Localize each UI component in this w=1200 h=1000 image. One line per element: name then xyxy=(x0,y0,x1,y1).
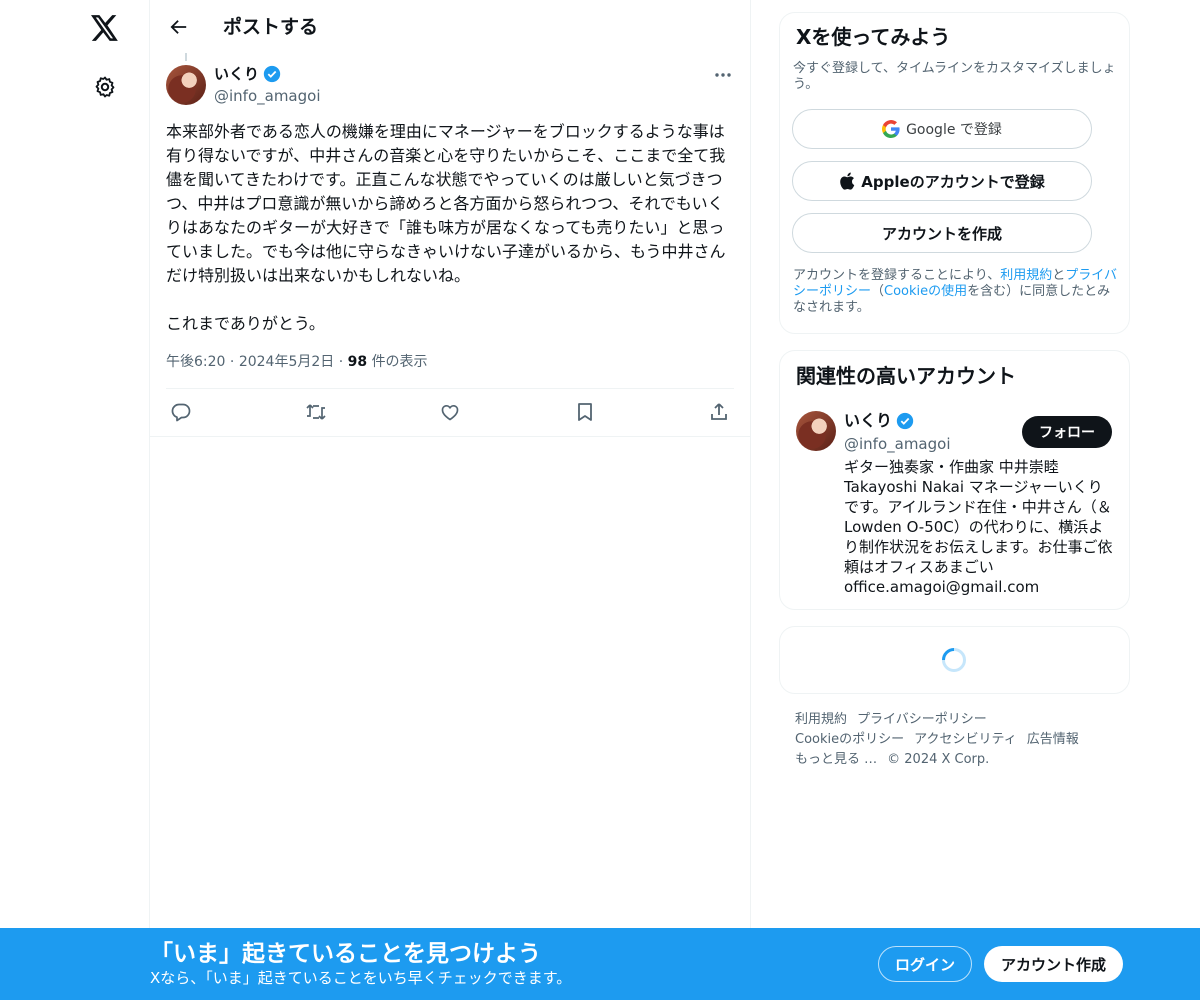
main-column: ポストする いくり @info_amagoi 本来部外者である恋人の機嫌を理由に… xyxy=(149,0,751,1000)
follow-button[interactable]: フォロー xyxy=(1022,416,1112,448)
terms-link[interactable]: 利用規約 xyxy=(1000,268,1052,283)
bottom-bar-title: 「いま」起きていることを見つけよう xyxy=(150,941,541,967)
page-title: ポストする xyxy=(223,16,319,38)
verified-badge-icon xyxy=(896,412,914,430)
reply-button[interactable] xyxy=(166,397,196,427)
apple-signup-label: Appleのアカウントで登録 xyxy=(861,172,1045,191)
post-time[interactable]: 午後6:20 xyxy=(166,354,225,370)
loading-card xyxy=(779,626,1130,694)
related-account-bio: ギター独奏家・作曲家 中井崇睦 Takayoshi Nakai マネージャーいく… xyxy=(844,458,1113,596)
verified-badge-icon xyxy=(263,65,281,83)
legal-paren: （ xyxy=(871,284,885,299)
post-date[interactable]: 2024年5月2日 xyxy=(239,354,334,370)
signup-card-subtitle: 今すぐ登録して、タイムラインをカスタマイズしましょう。 xyxy=(793,61,1116,92)
author-name[interactable]: いくり xyxy=(214,63,281,85)
loading-spinner-icon xyxy=(942,648,966,672)
bottom-signup-bar: 「いま」起きていることを見つけよう Xなら、「いま」起きていることをいち早くチェ… xyxy=(0,928,1200,1000)
x-logo-icon[interactable] xyxy=(87,10,123,46)
google-signup-button[interactable]: Google で登録 xyxy=(792,109,1092,149)
avatar[interactable] xyxy=(796,411,836,451)
gear-icon[interactable] xyxy=(87,69,123,105)
views-count: 98 xyxy=(347,354,368,370)
share-icon xyxy=(711,403,727,420)
cookie-link[interactable]: Cookieの使用 xyxy=(884,284,967,299)
footer-accessibility-link[interactable]: アクセシビリティ xyxy=(914,732,1017,747)
legal-prefix: アカウントを登録することにより、 xyxy=(793,268,1001,283)
thread-line xyxy=(185,53,187,61)
footer-terms-link[interactable]: 利用規約 xyxy=(795,712,847,727)
apple-icon xyxy=(840,172,855,190)
arrow-left-icon xyxy=(170,20,187,34)
footer-copyright: © 2024 X Corp. xyxy=(887,752,990,767)
bookmark-button[interactable] xyxy=(570,397,600,427)
more-dots-icon xyxy=(715,73,731,77)
login-button[interactable]: ログイン xyxy=(878,946,972,982)
repost-button[interactable] xyxy=(301,397,331,427)
create-account-button[interactable]: アカウントを作成 xyxy=(792,213,1092,253)
bottom-bar-subtitle: Xなら、「いま」起きていることをいち早くチェックできます。 xyxy=(150,969,572,987)
divider xyxy=(166,388,734,389)
like-icon xyxy=(441,404,459,421)
meta-separator: · xyxy=(338,354,348,370)
google-icon xyxy=(882,120,900,138)
legal-and: と xyxy=(1052,268,1066,283)
footer-cookie-link[interactable]: Cookieのポリシー xyxy=(795,732,904,747)
footer-ads-link[interactable]: 広告情報 xyxy=(1027,732,1079,747)
more-options-button[interactable] xyxy=(708,63,738,87)
related-account-name[interactable]: いくり xyxy=(844,410,914,432)
footer-links: 利用規約 プライバシーポリシー Cookieのポリシー アクセシビリティ 広告情報 も… xyxy=(795,710,1115,770)
bookmark-icon xyxy=(577,403,592,421)
footer-more-link[interactable]: もっと見る … xyxy=(795,752,877,767)
author-name-label: いくり xyxy=(214,65,260,83)
post-text: 本来部外者である恋人の機嫌を理由にマネージャーをブロックするような事は有り得ない… xyxy=(166,122,726,333)
meta-separator: · xyxy=(229,354,239,370)
google-signup-label: Google で登録 xyxy=(906,122,1002,138)
avatar[interactable] xyxy=(166,65,206,105)
repost-icon xyxy=(305,404,326,420)
reply-icon xyxy=(171,403,191,422)
footer-privacy-link[interactable]: プライバシーポリシー xyxy=(857,712,987,727)
share-button[interactable] xyxy=(704,397,734,427)
back-button[interactable] xyxy=(164,12,194,42)
related-account-name-label: いくり xyxy=(844,411,893,430)
views-label: 件の表示 xyxy=(371,354,428,370)
related-account-handle[interactable]: @info_amagoi xyxy=(844,433,951,455)
related-accounts-card: 関連性の高いアカウント いくり @info_amagoi フォロー ギター独奏家… xyxy=(779,350,1130,610)
like-button[interactable] xyxy=(435,397,465,427)
create-account-label: アカウントを作成 xyxy=(881,224,1002,243)
signup-card: Xを使ってみよう 今すぐ登録して、タイムラインをカスタマイズしましょう。 Goo… xyxy=(779,12,1130,334)
post-meta: 午後6:20 · 2024年5月2日 · 98 件の表示 xyxy=(166,351,428,373)
legal-notice: アカウントを登録することにより、利用規約とプライバシーポリシー（Cookieの使… xyxy=(793,268,1123,316)
signup-button[interactable]: アカウント作成 xyxy=(984,946,1123,982)
post-actions xyxy=(166,397,734,427)
related-card-title: 関連性の高いアカウント xyxy=(796,364,1016,388)
left-nav xyxy=(0,0,150,1000)
signup-card-title: Xを使ってみよう xyxy=(796,25,951,49)
apple-signup-button[interactable]: Appleのアカウントで登録 xyxy=(792,161,1092,201)
author-handle[interactable]: @info_amagoi xyxy=(214,85,321,107)
divider xyxy=(150,436,750,437)
